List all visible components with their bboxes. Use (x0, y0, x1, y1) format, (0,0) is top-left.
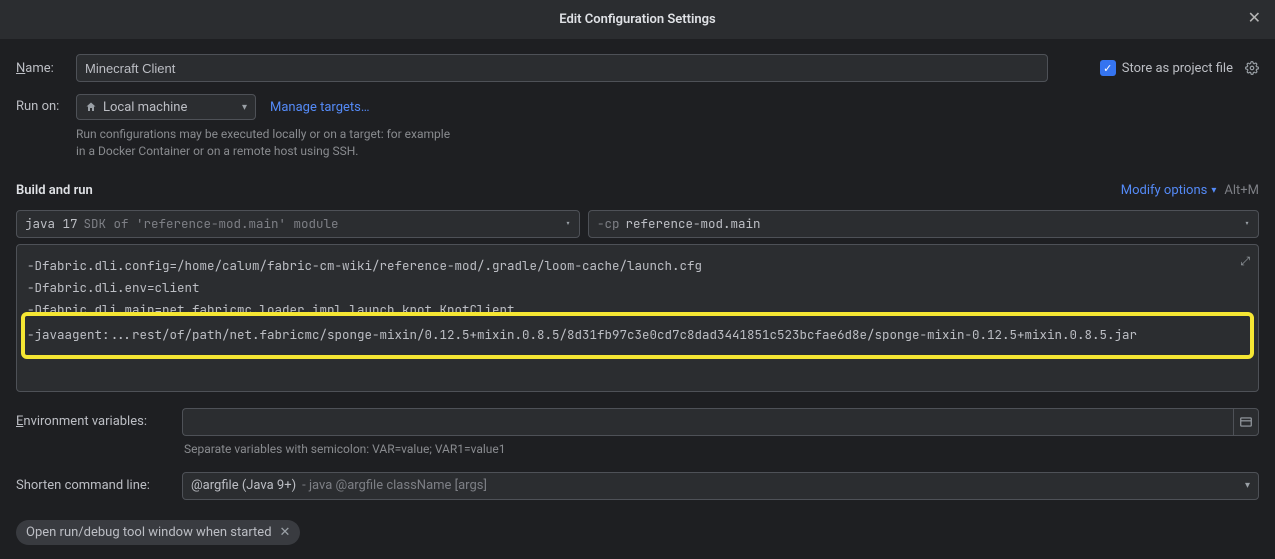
env-input-wrap (182, 408, 1259, 436)
shorten-label: Shorten command line: (16, 478, 170, 493)
store-label: Store as project file (1122, 61, 1233, 76)
modify-options-label: Modify options (1121, 183, 1208, 198)
name-label: Name: (16, 61, 76, 76)
chevron-down-icon: ▾ (565, 217, 571, 230)
chip-label: Open run/debug tool window when started (26, 525, 272, 540)
vm-line: -Dfabric.dli.config=/home/calum/fabric-c… (27, 255, 1248, 277)
dialog-content: Name: ✓ Store as project file Run on: Lo… (0, 40, 1275, 559)
name-row: Name: ✓ Store as project file (16, 54, 1259, 82)
store-as-project-file[interactable]: ✓ Store as project file (1100, 60, 1259, 76)
sdk-value: java 17 (25, 215, 78, 232)
vm-line: -Dfabric.dli.env=client (27, 277, 1248, 299)
chevron-down-icon: ▾ (1244, 217, 1250, 230)
run-on-value: Local machine (103, 100, 187, 115)
shorten-row: Shorten command line: @argfile (Java 9+)… (16, 472, 1259, 500)
gear-icon[interactable] (1245, 61, 1259, 75)
env-label: Environment variables: (16, 414, 170, 429)
env-row: Environment variables: (16, 408, 1259, 436)
shorten-hint: - java @argfile className [args] (302, 478, 487, 493)
chevron-down-icon: ▾ (1245, 480, 1250, 491)
env-hint: Separate variables with semicolon: VAR=v… (184, 442, 1259, 456)
cp-flag: -cp (597, 215, 620, 232)
build-and-run-title: Build and run (16, 183, 93, 198)
shorten-value: @argfile (Java 9+) (191, 478, 296, 493)
shorten-dropdown[interactable]: @argfile (Java 9+) - java @argfile class… (182, 472, 1259, 500)
classpath-dropdown[interactable]: -cp reference-mod.main ▾ (588, 210, 1259, 238)
name-input[interactable] (76, 54, 1048, 82)
remove-chip-icon[interactable]: ✕ (280, 525, 291, 540)
sdk-hint: SDK of 'reference-mod.main' module (84, 215, 339, 232)
vm-options-textarea[interactable]: ⤢ -Dfabric.dli.config=/home/calum/fabric… (16, 244, 1259, 392)
open-tool-window-chip[interactable]: Open run/debug tool window when started … (16, 520, 300, 545)
run-on-hint: Run configurations may be executed local… (76, 126, 456, 161)
run-on-label: Run on: (16, 94, 76, 114)
chevron-down-icon: ▾ (1211, 185, 1216, 196)
env-browse-button[interactable] (1233, 408, 1259, 436)
env-variables-input[interactable] (182, 408, 1233, 436)
modify-options-link[interactable]: Modify options ▾ (1121, 183, 1217, 198)
expand-icon[interactable]: ⤢ (1240, 253, 1250, 269)
run-on-dropdown[interactable]: Local machine ▾ (76, 94, 256, 120)
home-icon (85, 101, 97, 113)
checkbox-checked-icon[interactable]: ✓ (1100, 60, 1116, 76)
title-bar: Edit Configuration Settings ✕ (0, 0, 1275, 40)
dialog-title: Edit Configuration Settings (559, 12, 715, 27)
sdk-dropdown[interactable]: java 17 SDK of 'reference-mod.main' modu… (16, 210, 580, 238)
manage-targets-link[interactable]: Manage targets… (270, 100, 370, 115)
cp-value: reference-mod.main (626, 215, 761, 232)
vm-line: -Dfabric.dli.main=net.fabricmc.loader.im… (27, 299, 1248, 321)
run-on-column: Local machine ▾ Manage targets… Run conf… (76, 94, 456, 161)
vm-line: -javaagent:...rest/of/path/net.fabricmc/… (27, 324, 1248, 346)
close-icon[interactable]: ✕ (1248, 10, 1261, 26)
sdk-cp-row: java 17 SDK of 'reference-mod.main' modu… (16, 210, 1259, 238)
chevron-down-icon: ▾ (242, 102, 247, 113)
run-on-row: Run on: Local machine ▾ Manage targets… … (16, 94, 1259, 161)
build-and-run-header: Build and run Modify options ▾ Alt+M (16, 183, 1259, 198)
modify-options-shortcut: Alt+M (1224, 183, 1259, 198)
